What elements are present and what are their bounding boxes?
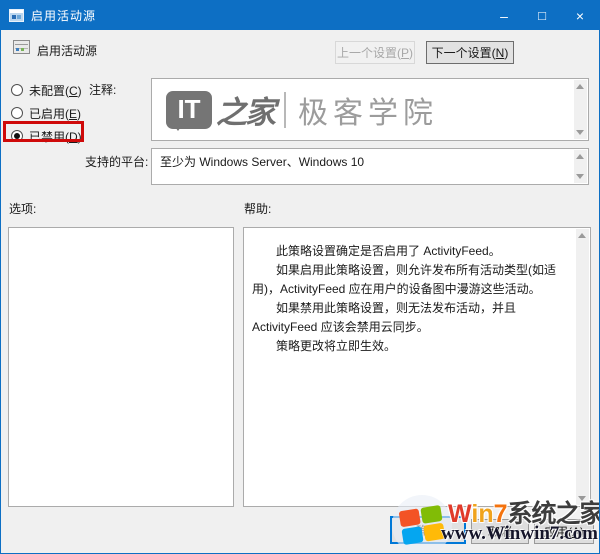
radio-label: 未配置(C) xyxy=(29,83,82,98)
help-label: 帮助: xyxy=(244,202,272,216)
supported-on-value: 至少为 Windows Server、Windows 10 xyxy=(160,155,365,169)
watermark-divider xyxy=(284,91,286,128)
window-controls: – □ × xyxy=(485,1,599,30)
previous-setting-button[interactable]: 上一个设置(P) xyxy=(335,41,415,64)
ithome-zhijia-text: 之家 xyxy=(216,95,276,130)
radio-disabled[interactable]: 已禁用(D) xyxy=(11,128,82,144)
cancel-button[interactable]: 取消 xyxy=(471,519,529,544)
policy-setting-dialog: 启用活动源 – □ × 启用活动源 上一个设置(P) 下一个设置(N) 未配置(… xyxy=(0,0,600,554)
scroll-down-icon[interactable] xyxy=(578,496,586,501)
options-pane xyxy=(8,227,234,507)
apply-button[interactable]: 应用(A) xyxy=(534,519,594,544)
help-paragraph: 如果启用此策略设置，则允许发布所有活动类型(如适用)，ActivityFeed … xyxy=(252,263,556,296)
help-paragraph: 如果禁用此策略设置，则无法发布活动，并且 ActivityFeed 应该会禁用云… xyxy=(252,301,517,334)
ok-button[interactable]: 确定 xyxy=(390,516,466,544)
titlebar[interactable]: 启用活动源 – □ × xyxy=(1,1,599,30)
supported-scrollbar[interactable] xyxy=(574,150,587,183)
geek-academy-text: 极客学院 xyxy=(298,96,438,130)
help-scrollbar[interactable] xyxy=(576,229,589,505)
help-pane: 此策略设置确定是否启用了 ActivityFeed。 如果启用此策略设置，则允许… xyxy=(243,227,591,507)
radio-not-configured[interactable]: 未配置(C) xyxy=(11,82,82,98)
help-text: 此策略设置确定是否启用了 ActivityFeed。 如果启用此策略设置，则允许… xyxy=(252,242,568,356)
radio-label: 已禁用(D) xyxy=(29,129,82,144)
supported-on-textbox[interactable]: 至少为 Windows Server、Windows 10 xyxy=(151,148,589,185)
ithome-watermark: IT 之家 极客学院 xyxy=(152,79,588,140)
radio-enabled[interactable]: 已启用(E) xyxy=(11,105,81,121)
options-label: 选项: xyxy=(9,202,37,216)
close-button[interactable]: × xyxy=(561,1,599,30)
radio-circle-icon xyxy=(11,107,23,119)
radio-circle-icon xyxy=(11,84,23,96)
radio-circle-icon xyxy=(11,130,23,142)
scroll-up-icon[interactable] xyxy=(576,154,584,159)
scroll-up-icon[interactable] xyxy=(578,233,586,238)
maximize-button[interactable]: □ xyxy=(523,1,561,30)
ithome-logo-icon: IT xyxy=(166,90,212,131)
window-title: 启用活动源 xyxy=(31,9,97,23)
comment-textbox[interactable]: IT 之家 极客学院 xyxy=(151,78,589,141)
scroll-down-icon[interactable] xyxy=(576,174,584,179)
next-setting-button[interactable]: 下一个设置(N) xyxy=(426,41,514,64)
supported-on-label: 支持的平台: xyxy=(85,155,149,169)
gpedit-window-icon xyxy=(9,9,24,22)
help-paragraph: 策略更改将立即生效。 xyxy=(276,339,397,353)
policy-name: 启用活动源 xyxy=(37,44,98,58)
radio-label: 已启用(E) xyxy=(29,106,82,121)
scroll-down-icon[interactable] xyxy=(576,130,584,135)
minimize-button[interactable]: – xyxy=(485,1,523,30)
policy-setting-icon xyxy=(13,40,30,54)
scroll-up-icon[interactable] xyxy=(576,84,584,89)
comment-scrollbar[interactable] xyxy=(574,80,587,139)
comment-label: 注释: xyxy=(89,83,117,97)
help-paragraph: 此策略设置确定是否启用了 ActivityFeed。 xyxy=(276,244,501,258)
